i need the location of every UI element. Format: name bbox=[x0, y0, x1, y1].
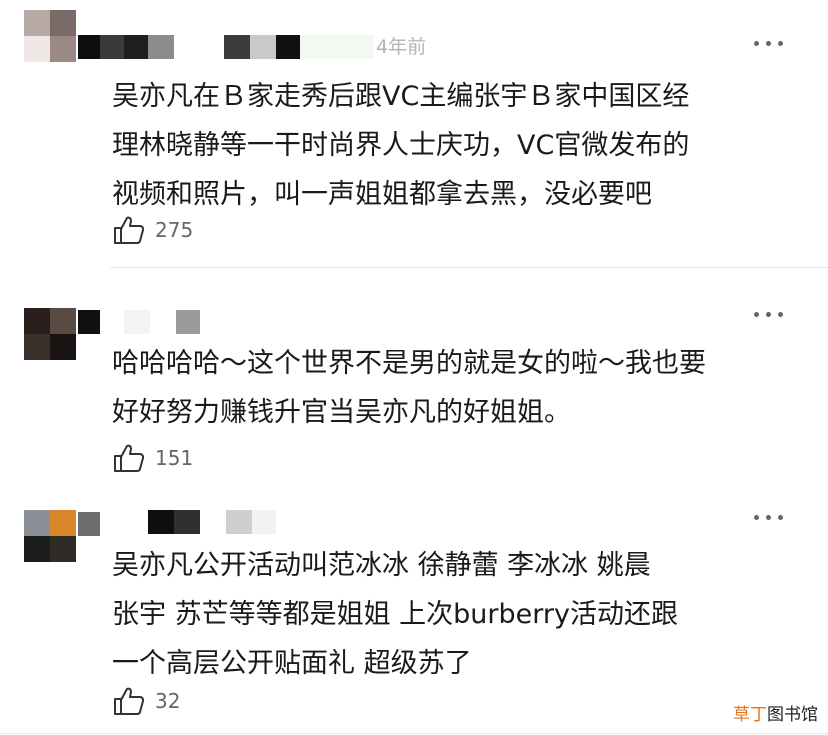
watermark-text: 图书馆 bbox=[767, 705, 818, 725]
comment-text-line: 张宇 苏芒等等都是姐姐 上次burberry活动还跟 bbox=[112, 599, 678, 630]
watermark: 草丁图书馆 bbox=[733, 700, 818, 725]
username-redacted[interactable] bbox=[148, 510, 276, 534]
more-icon[interactable] bbox=[754, 38, 784, 48]
avatar[interactable] bbox=[24, 308, 76, 360]
avatar[interactable] bbox=[24, 10, 76, 62]
avatar-edge bbox=[78, 310, 100, 334]
more-icon[interactable] bbox=[754, 512, 784, 522]
more-icon[interactable] bbox=[754, 309, 784, 319]
watermark-text: 草丁 bbox=[733, 705, 767, 725]
comment-text-line: 好好努力赚钱升官当吴亦凡的好姐姐。 bbox=[112, 397, 571, 428]
thumbs-up-icon bbox=[114, 216, 145, 244]
username-redacted[interactable] bbox=[78, 35, 374, 59]
comment-text-line: 吴亦凡公开活动叫范冰冰 徐静蕾 李冰冰 姚晨 bbox=[112, 550, 651, 581]
like-count: 275 bbox=[155, 218, 194, 242]
comment-text: 吴亦凡公开活动叫范冰冰 徐静蕾 李冰冰 姚晨 张宇 苏芒等等都是姐姐 上次bur… bbox=[112, 541, 802, 688]
comment-text-line: 吴亦凡在Ｂ家走秀后跟VC主编张宇Ｂ家中国区经 bbox=[112, 81, 690, 112]
divider bbox=[0, 733, 828, 734]
comment-text: 吴亦凡在Ｂ家走秀后跟VC主编张宇Ｂ家中国区经 理林晓静等一干时尚界人士庆功，VC… bbox=[112, 72, 802, 219]
like-count: 151 bbox=[155, 446, 194, 470]
thumbs-up-icon bbox=[114, 444, 145, 472]
avatar[interactable] bbox=[24, 510, 76, 562]
thumbs-up-icon bbox=[114, 687, 145, 715]
username-redacted[interactable] bbox=[124, 310, 200, 334]
avatar-edge bbox=[78, 512, 100, 536]
comment-text: 哈哈哈哈～这个世界不是男的就是女的啦～我也要 好好努力赚钱升官当吴亦凡的好姐姐。 bbox=[112, 339, 802, 437]
comment-text-line: 理林晓静等一干时尚界人士庆功，VC官微发布的 bbox=[112, 130, 690, 161]
comment-text-line: 视频和照片，叫一声姐姐都拿去黑，没必要吧 bbox=[112, 179, 652, 210]
like-count: 32 bbox=[155, 689, 181, 713]
comment-text-line: 一个高层公开贴面礼 超级苏了 bbox=[112, 648, 472, 679]
comment-time: 4年前 bbox=[376, 36, 427, 58]
comment-text-line: 哈哈哈哈～这个世界不是男的就是女的啦～我也要 bbox=[112, 348, 706, 379]
divider bbox=[110, 267, 828, 268]
